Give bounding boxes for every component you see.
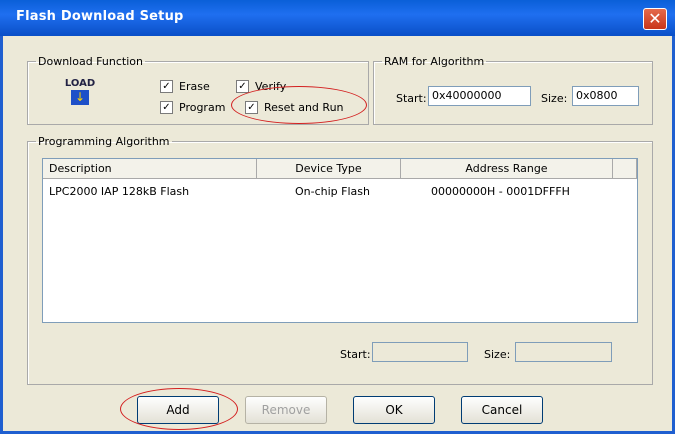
row-description: LPC2000 IAP 128kB Flash <box>49 185 190 198</box>
add-annotation-circle <box>120 388 238 430</box>
row-address-range: 00000000H - 0001DFFFH <box>431 185 570 198</box>
verify-check-icon: ✓ <box>236 80 249 93</box>
ok-button[interactable]: OK <box>353 396 435 424</box>
reset-and-run-annotation-circle <box>231 86 367 124</box>
ram-start-label: Start: <box>396 92 427 105</box>
column-header-address-range[interactable]: Address Range <box>401 159 613 179</box>
download-function-legend: Download Function <box>38 55 143 68</box>
close-button[interactable]: ✕ <box>643 8 667 30</box>
programming-algorithm-legend: Programming Algorithm <box>38 135 170 148</box>
title-bar: Flash Download Setup ✕ <box>0 0 675 36</box>
program-label: Program <box>179 101 226 114</box>
ram-size-label: Size: <box>541 92 568 105</box>
ram-start-field[interactable]: 0x40000000 <box>428 86 531 106</box>
column-header-device-type[interactable]: Device Type <box>257 159 401 179</box>
window-title: Flash Download Setup <box>16 9 184 24</box>
algo-size-field[interactable] <box>515 342 612 362</box>
erase-checkbox[interactable]: ✓ Erase <box>160 80 210 93</box>
ram-size-field[interactable]: 0x0800 <box>572 86 639 106</box>
algorithm-list[interactable]: Description Device Type Address Range LP… <box>42 158 638 323</box>
remove-button[interactable]: Remove <box>245 396 327 424</box>
algo-start-label: Start: <box>340 348 371 361</box>
ram-legend: RAM for Algorithm <box>384 55 485 68</box>
close-icon: ✕ <box>648 9 662 28</box>
program-checkbox[interactable]: ✓ Program <box>160 101 225 114</box>
program-check-icon: ✓ <box>160 101 173 114</box>
row-device-type: On-chip Flash <box>295 185 370 198</box>
algo-size-label: Size: <box>484 348 511 361</box>
erase-label: Erase <box>179 80 210 93</box>
erase-check-icon: ✓ <box>160 80 173 93</box>
column-header-filler <box>613 159 637 179</box>
load-logo-text: LOAD <box>64 78 96 89</box>
window-frame-left <box>0 36 3 434</box>
column-header-description[interactable]: Description <box>43 159 257 179</box>
load-icon: LOAD ↓ <box>62 78 98 108</box>
cancel-button[interactable]: Cancel <box>461 396 543 424</box>
algo-start-field[interactable] <box>372 342 468 362</box>
